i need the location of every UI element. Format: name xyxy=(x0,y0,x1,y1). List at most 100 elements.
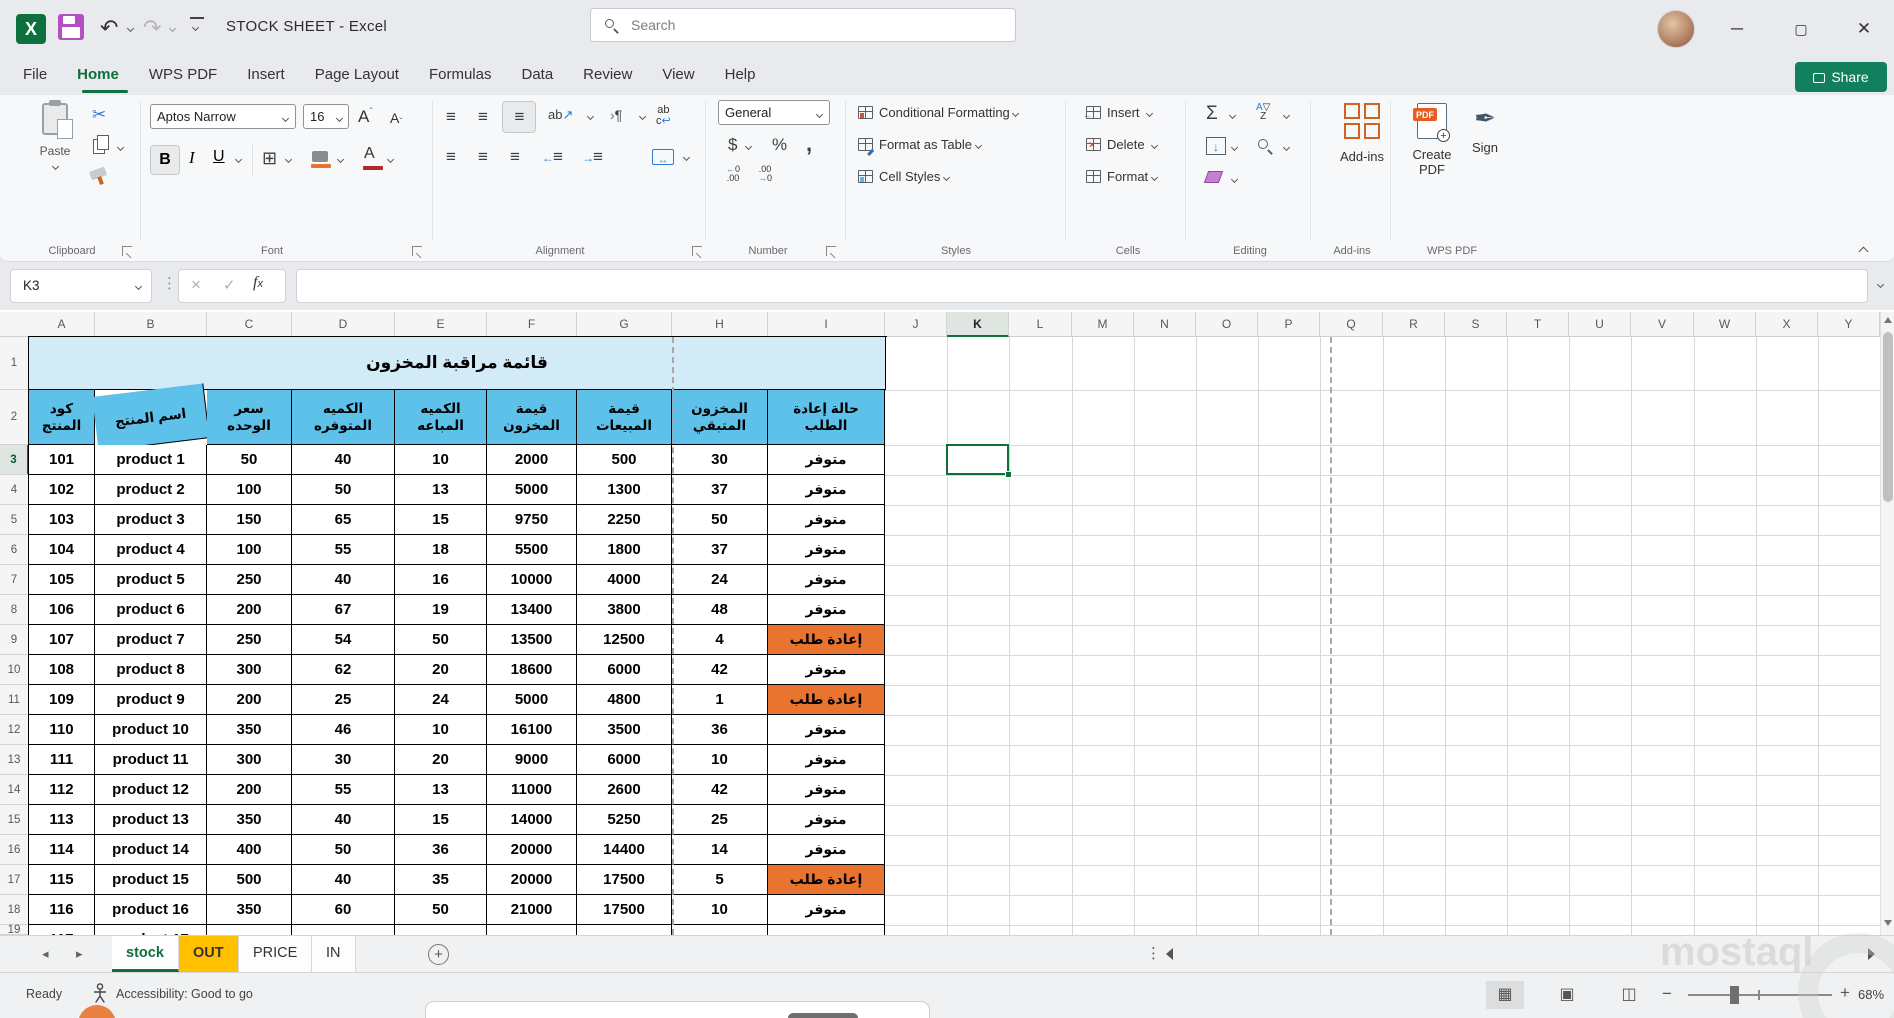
status-cell[interactable]: متوفر xyxy=(768,535,885,565)
table-cell[interactable]: 20000 xyxy=(487,835,577,865)
table-cell[interactable]: 111 xyxy=(29,745,95,775)
table-cell[interactable]: 14000 xyxy=(487,805,577,835)
column-header-Y[interactable]: Y xyxy=(1818,312,1880,337)
hscroll-left-icon[interactable] xyxy=(1166,948,1173,960)
row-header-3[interactable]: 3 xyxy=(0,445,29,475)
row-header-1[interactable]: 1 xyxy=(0,337,29,390)
table-cell[interactable]: 5 xyxy=(672,865,768,895)
quick-access-chevron-icon[interactable] xyxy=(192,24,199,31)
table-cell[interactable]: 40 xyxy=(292,565,395,595)
table-cell[interactable]: product 9 xyxy=(95,685,207,715)
table-cell[interactable]: product 14 xyxy=(95,835,207,865)
table-cell[interactable]: 55 xyxy=(292,535,395,565)
collapse-ribbon-icon[interactable] xyxy=(1859,247,1869,257)
find-select-dropdown-icon[interactable] xyxy=(1283,144,1290,151)
fill-color-icon[interactable] xyxy=(312,149,328,167)
table-cell[interactable]: 20 xyxy=(395,745,487,775)
fill-icon[interactable]: ↓ xyxy=(1206,137,1226,155)
column-header-A[interactable]: A xyxy=(29,312,95,337)
column-header-U[interactable]: U xyxy=(1569,312,1631,337)
paste-button[interactable]: Paste xyxy=(26,103,84,176)
table-cell[interactable]: 107 xyxy=(29,625,95,655)
bold-button[interactable]: B xyxy=(150,145,180,175)
table-cell[interactable]: 104 xyxy=(29,535,95,565)
column-header-L[interactable]: L xyxy=(1009,312,1072,337)
table-cell[interactable]: product 8 xyxy=(95,655,207,685)
table-cell[interactable]: 20000 xyxy=(487,865,577,895)
table-cell[interactable]: 50 xyxy=(292,835,395,865)
table-header-3[interactable]: الكميه المتوفره xyxy=(292,390,395,445)
table-header-6[interactable]: قيمة المبيعات xyxy=(577,390,672,445)
column-header-M[interactable]: M xyxy=(1072,312,1134,337)
column-header-S[interactable]: S xyxy=(1445,312,1507,337)
sheet-tab-out[interactable]: OUT xyxy=(179,936,239,972)
ribbon-tab-view[interactable]: View xyxy=(647,60,709,89)
column-header-E[interactable]: E xyxy=(395,312,487,337)
fill-color-dropdown-icon[interactable] xyxy=(337,156,344,163)
table-cell[interactable]: 6000 xyxy=(577,745,672,775)
addins-button[interactable]: Add-ins xyxy=(1330,103,1394,164)
underline-dropdown-icon[interactable] xyxy=(235,156,242,163)
table-cell[interactable]: 10000 xyxy=(487,565,577,595)
ribbon-tab-page-layout[interactable]: Page Layout xyxy=(300,60,414,89)
table-cell[interactable]: 2250 xyxy=(577,505,672,535)
ribbon-tab-file[interactable]: File xyxy=(8,60,62,89)
align-right-icon[interactable]: ≡ xyxy=(510,147,519,167)
table-cell[interactable]: 17500 xyxy=(577,895,672,925)
table-cell[interactable]: 200 xyxy=(207,685,292,715)
sign-button[interactable]: ✒ Sign xyxy=(1462,103,1508,155)
table-cell[interactable]: 300 xyxy=(207,655,292,685)
table-cell[interactable]: 60 xyxy=(292,895,395,925)
status-cell[interactable]: متوفر xyxy=(768,475,885,505)
table-cell[interactable]: 5000 xyxy=(487,475,577,505)
table-cell[interactable]: 2000 xyxy=(487,445,577,475)
table-cell[interactable]: 15 xyxy=(395,805,487,835)
status-cell[interactable]: متوفر xyxy=(768,745,885,775)
font-name-combo[interactable]: Aptos Narrow xyxy=(150,104,296,129)
table-cell[interactable]: 40 xyxy=(292,865,395,895)
table-cell[interactable]: 400 xyxy=(207,835,292,865)
table-cell[interactable]: product 16 xyxy=(95,895,207,925)
excel-app-icon[interactable]: X xyxy=(16,14,46,44)
sheet-tab-in[interactable]: IN xyxy=(312,936,356,972)
increase-decimal-icon[interactable]: ←0 .00 xyxy=(726,165,740,183)
table-cell[interactable]: 24 xyxy=(395,685,487,715)
column-headers[interactable]: ABCDEFGHIJKLMNOPQRSTUVWXY xyxy=(0,312,1880,337)
table-cell[interactable]: 16 xyxy=(395,565,487,595)
font-size-combo[interactable]: 16 xyxy=(303,104,349,129)
table-cell[interactable]: 30 xyxy=(672,445,768,475)
scroll-down-icon[interactable] xyxy=(1884,920,1892,926)
sheet-nav-left-icon[interactable]: ◂ xyxy=(42,946,49,962)
increase-indent-icon[interactable]: →≡ xyxy=(582,147,602,167)
row-header-13[interactable]: 13 xyxy=(0,745,29,775)
table-cell[interactable]: 3500 xyxy=(577,715,672,745)
table-cell[interactable]: 4800 xyxy=(577,685,672,715)
merge-center-icon[interactable]: ↔ xyxy=(652,149,674,165)
table-cell[interactable]: 112 xyxy=(29,775,95,805)
cancel-icon[interactable]: × xyxy=(191,275,201,295)
table-cell[interactable]: 114 xyxy=(29,835,95,865)
paste-dropdown-icon[interactable] xyxy=(51,163,58,170)
table-cell[interactable] xyxy=(487,925,577,935)
table-cell[interactable]: 101 xyxy=(29,445,95,475)
conditional-formatting-button[interactable]: Conditional Formatting xyxy=(858,105,1018,120)
table-cell[interactable]: 48 xyxy=(672,595,768,625)
save-icon[interactable] xyxy=(58,14,84,40)
table-cell[interactable]: product 1 xyxy=(95,445,207,475)
orientation-dropdown-icon[interactable] xyxy=(587,113,594,120)
table-cell[interactable]: product 3 xyxy=(95,505,207,535)
table-cell[interactable]: 200 xyxy=(207,775,292,805)
row-header-7[interactable]: 7 xyxy=(0,565,29,595)
table-cell[interactable]: 10 xyxy=(672,895,768,925)
worksheet-grid[interactable]: ABCDEFGHIJKLMNOPQRSTUVWXY 12345678910111… xyxy=(0,310,1894,935)
close-button[interactable]: ✕ xyxy=(1849,14,1879,44)
table-cell[interactable]: 36 xyxy=(395,835,487,865)
name-box[interactable]: K3 xyxy=(10,269,152,303)
table-cell[interactable]: product 6 xyxy=(95,595,207,625)
table-cell[interactable]: 9750 xyxy=(487,505,577,535)
ribbon-tab-help[interactable]: Help xyxy=(710,60,771,89)
table-cell[interactable]: 109 xyxy=(29,685,95,715)
format-painter-icon[interactable] xyxy=(89,167,107,181)
table-cell[interactable] xyxy=(395,925,487,935)
table-cell[interactable]: 14400 xyxy=(577,835,672,865)
